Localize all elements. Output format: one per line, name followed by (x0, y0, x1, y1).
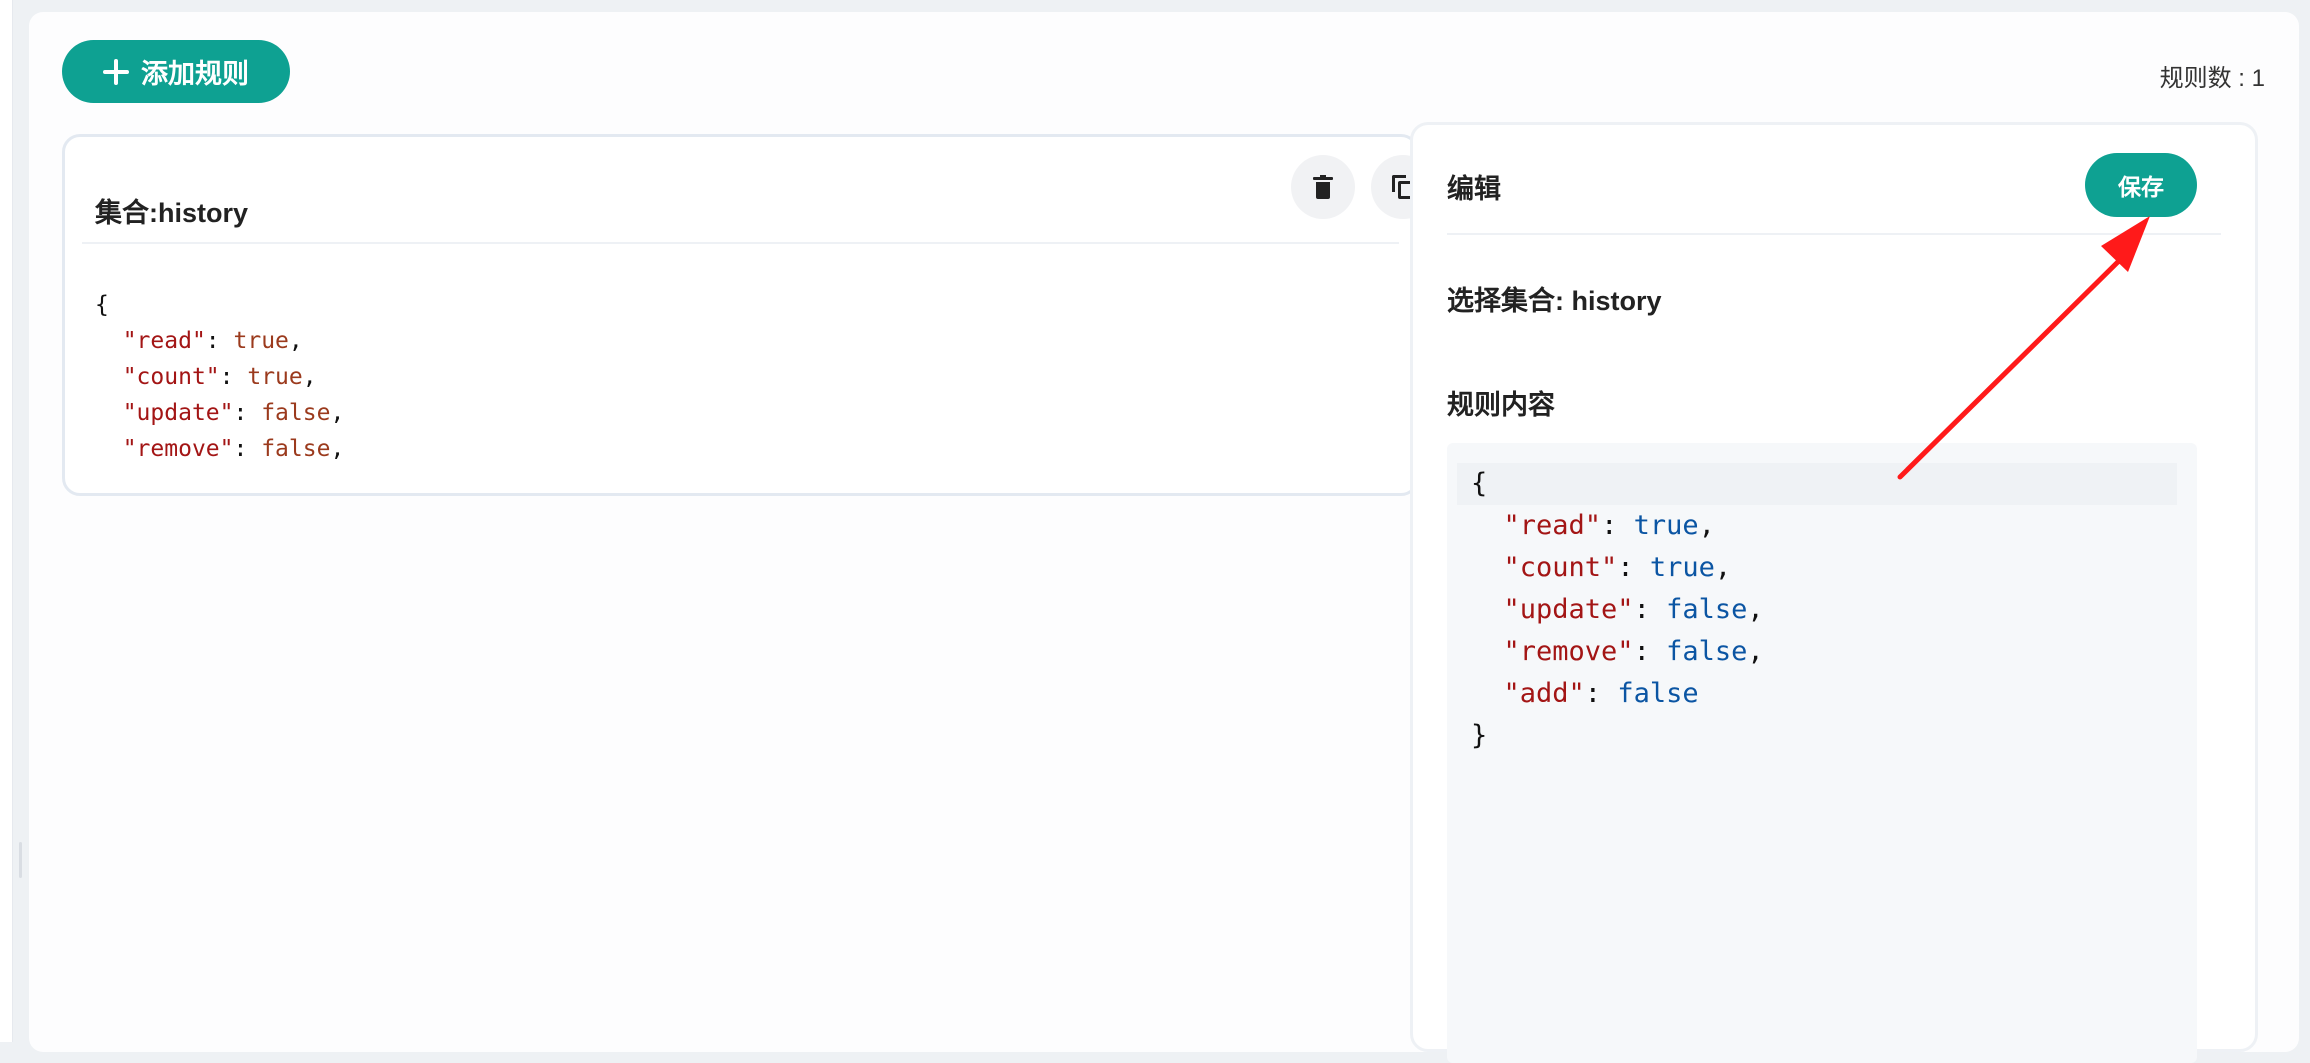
left-sidebar-edge (0, 0, 13, 1042)
rule-content-editor[interactable]: { "read": true, "count": true, "update":… (1447, 443, 2197, 1063)
code-line: "read": true, (1503, 510, 1715, 541)
trash-icon (1313, 175, 1333, 199)
code-value: false (261, 400, 331, 426)
code-key: "read" (122, 328, 206, 354)
code-line: "remove": false, (1503, 636, 1764, 667)
code-brace: { (1471, 468, 1488, 499)
rule-card-title: 集合:history (95, 198, 249, 228)
code-key: "update" (1503, 594, 1634, 625)
code-line: { (95, 287, 344, 323)
code-key: "read" (1503, 510, 1602, 541)
rule-card-code-preview: { "read": true, "count": true, "update":… (95, 287, 344, 467)
add-rule-button[interactable]: 添加规则 (62, 40, 290, 103)
selected-collection-label: 选择集合: history (1447, 286, 1662, 316)
code-value: true (1649, 552, 1715, 583)
code-line: "count": true, (122, 364, 317, 390)
code-punct: , (1698, 510, 1715, 541)
code-value: false (1666, 594, 1748, 625)
code-line: "update": false, (122, 400, 345, 426)
code-punct: , (330, 400, 345, 426)
code-value: true (247, 364, 303, 390)
rule-count: 规则数 : 1 (2159, 65, 2265, 92)
edit-panel-title: 编辑 (1447, 174, 1501, 204)
code-key: "remove" (122, 436, 234, 462)
code-line: "add": false (1503, 678, 1699, 709)
edit-divider (1447, 233, 2221, 235)
code-key: "count" (122, 364, 220, 390)
code-line: "update": false, (1503, 594, 1764, 625)
code-key: "update" (122, 400, 234, 426)
code-punct: , (1747, 636, 1764, 667)
resize-handle[interactable] (19, 842, 22, 878)
plus-icon (103, 58, 129, 85)
code-punct: , (1747, 594, 1764, 625)
code-line: } (1471, 715, 1764, 757)
code-value: false (1666, 636, 1748, 667)
code-value: false (1617, 678, 1699, 709)
rule-content-label: 规则内容 (1447, 390, 1555, 420)
rule-card[interactable]: 集合:history { "read": true, "count": true… (62, 134, 1419, 496)
code-value: true (233, 328, 289, 354)
code-punct: , (302, 364, 317, 390)
code-brace: } (1471, 720, 1488, 751)
add-rule-label: 添加规则 (141, 59, 249, 89)
code-line: "count": true, (1503, 552, 1732, 583)
edit-panel: 编辑 保存 选择集合: history 规则内容 { "read": true,… (1410, 122, 2258, 1063)
code-line: { (1471, 463, 1764, 505)
code-key: "count" (1503, 552, 1618, 583)
code-key: "add" (1503, 678, 1585, 709)
code-key: "remove" (1503, 636, 1634, 667)
delete-button[interactable] (1291, 155, 1355, 219)
code-line: "remove": false, (122, 436, 345, 462)
editor-code[interactable]: { "read": true, "count": true, "update":… (1471, 463, 1764, 757)
code-brace: { (95, 292, 109, 318)
save-button[interactable]: 保存 (2085, 153, 2197, 217)
card-divider (82, 242, 1399, 244)
code-punct: , (288, 328, 303, 354)
code-punct: , (1714, 552, 1732, 583)
code-punct: , (330, 436, 345, 462)
code-value: true (1633, 510, 1699, 541)
code-line: "read": true, (122, 328, 303, 354)
code-value: false (261, 436, 331, 462)
